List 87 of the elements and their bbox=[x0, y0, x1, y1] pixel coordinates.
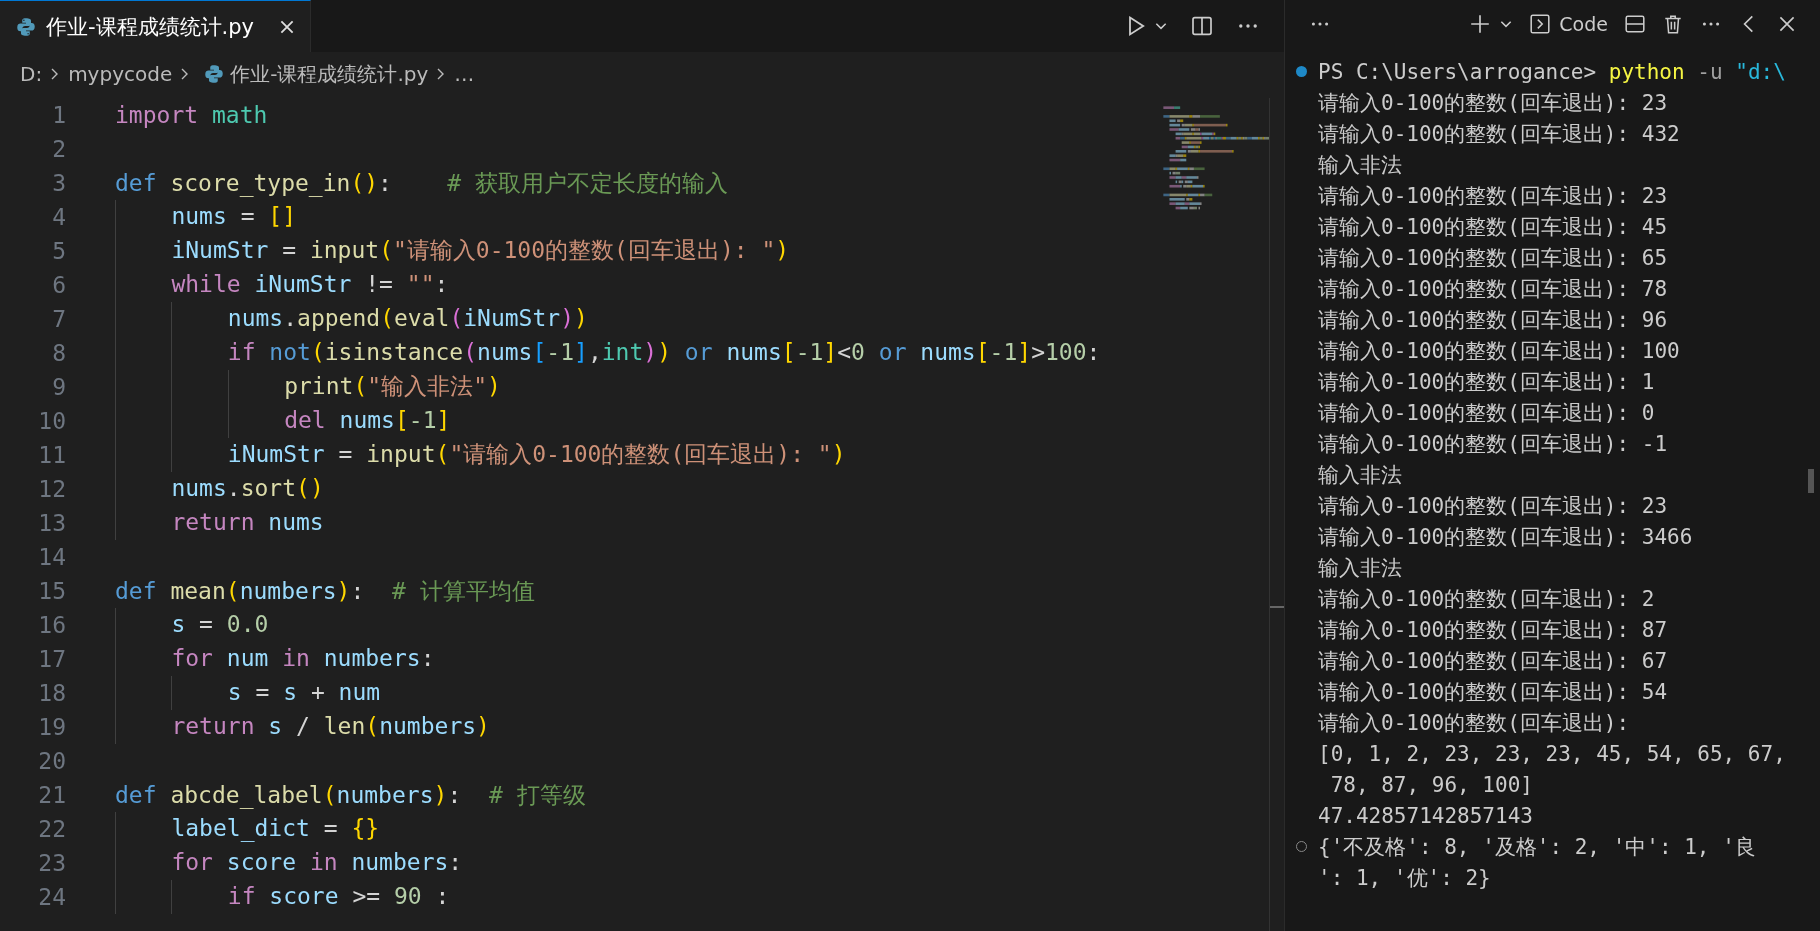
code-line: return s / len(numbers) bbox=[115, 710, 490, 744]
terminal-line: 请输入0-100的整数(回车退出): 3466 bbox=[1318, 523, 1693, 551]
line-number: 24 bbox=[37, 884, 66, 910]
line-number: 21 bbox=[37, 782, 66, 808]
terminal-line: 输入非法 bbox=[1318, 554, 1402, 582]
code-line: for num in numbers: bbox=[115, 642, 435, 676]
code-line: def abcde_label(numbers): # 打等级 bbox=[115, 780, 586, 811]
line-number: 3 bbox=[51, 170, 66, 196]
terminal-line: 47.42857142857143 bbox=[1318, 803, 1533, 828]
terminal-line: 输入非法 bbox=[1318, 461, 1402, 489]
line-number: 18 bbox=[37, 680, 66, 706]
code-line: def mean(numbers): # 计算平均值 bbox=[115, 576, 535, 606]
line-number: 9 bbox=[51, 374, 66, 400]
split-panel-icon[interactable] bbox=[1624, 13, 1646, 35]
terminal-line: 请输入0-100的整数(回车退出): 0 bbox=[1318, 399, 1655, 427]
terminal-line: 请输入0-100的整数(回车退出): 67 bbox=[1318, 647, 1668, 675]
code-line: del nums[-1] bbox=[115, 404, 451, 438]
terminal-line: PS C:\Users\arrogance> python -u "d:\ bbox=[1318, 59, 1786, 84]
terminal-line: 请输入0-100的整数(回车退出): 23 bbox=[1318, 89, 1668, 117]
line-number: 13 bbox=[37, 510, 66, 536]
line-number: 12 bbox=[37, 476, 66, 502]
terminal-line: 请输入0-100的整数(回车退出): 87 bbox=[1318, 616, 1668, 644]
terminal-icon bbox=[1529, 13, 1552, 35]
line-number: 17 bbox=[37, 646, 66, 672]
breadcrumb-item[interactable]: D: bbox=[20, 62, 43, 86]
code-line: nums.append(eval(iNumStr)) bbox=[115, 302, 588, 336]
breadcrumb-item[interactable]: 作业-课程成绩统计.py bbox=[230, 60, 429, 88]
terminal-line: 请输入0-100的整数(回车退出): 96 bbox=[1318, 306, 1668, 334]
terminal-profile-button[interactable]: Code bbox=[1529, 13, 1608, 35]
line-number: 19 bbox=[37, 714, 66, 740]
line-number: 1 bbox=[51, 102, 66, 128]
plus-icon[interactable] bbox=[1469, 13, 1492, 35]
breadcrumb-item[interactable]: mypycode bbox=[68, 62, 173, 86]
code-line: iNumStr = input("请输入0-100的整数(回车退出): ") bbox=[115, 234, 790, 268]
python-file-icon bbox=[204, 64, 225, 84]
terminal-line: [0, 1, 2, 23, 23, 23, 45, 54, 65, 67, bbox=[1318, 741, 1786, 766]
terminal-line: 输入非法 bbox=[1318, 151, 1402, 179]
line-number: 4 bbox=[51, 204, 66, 230]
terminal-line: 请输入0-100的整数(回车退出): 2 bbox=[1318, 585, 1655, 613]
code-line: s = s + num bbox=[115, 676, 381, 710]
terminal-line: 请输入0-100的整数(回车退出): 54 bbox=[1318, 678, 1668, 706]
code-line: if score >= 90 : bbox=[115, 880, 450, 914]
split-editor-icon[interactable] bbox=[1190, 14, 1214, 38]
code-line: import math bbox=[115, 102, 268, 128]
code-line: iNumStr = input("请输入0-100的整数(回车退出): ") bbox=[115, 438, 846, 472]
code-line: for score in numbers: bbox=[115, 846, 463, 880]
code-line: label_dict = {} bbox=[115, 812, 380, 846]
terminal-line: 请输入0-100的整数(回车退出): 23 bbox=[1318, 182, 1668, 210]
terminal-line: 78, 87, 96, 100] bbox=[1329, 772, 1533, 797]
terminal-line: 请输入0-100的整数(回车退出): 65 bbox=[1318, 244, 1668, 272]
code-line: if not(isinstance(nums[-1],int)) or nums[-1]<0 or nums[-1]>100: bbox=[115, 336, 1101, 370]
scrollbar-track[interactable] bbox=[1269, 98, 1284, 931]
code-line: nums.sort() bbox=[115, 472, 324, 506]
line-number: 2 bbox=[51, 136, 66, 162]
code-line: def score_type_in(): # 获取用户不定长度的输入 bbox=[115, 168, 729, 199]
terminal-line: 请输入0-100的整数(回车退出): -1 bbox=[1318, 430, 1668, 458]
terminal-line: 请输入0-100的整数(回车退出): 1 bbox=[1318, 368, 1655, 396]
line-number: 8 bbox=[51, 340, 66, 366]
terminal-line: 请输入0-100的整数(回车退出): 100 bbox=[1318, 337, 1680, 365]
code-line: print("输入非法") bbox=[115, 370, 501, 404]
breadcrumb-more[interactable]: … bbox=[454, 62, 475, 86]
terminal-line: 请输入0-100的整数(回车退出): 432 bbox=[1318, 120, 1680, 148]
terminal-line: 请输入0-100的整数(回车退出): 23 bbox=[1318, 492, 1668, 520]
line-number: 20 bbox=[37, 748, 66, 774]
code-line: s = 0.0 bbox=[115, 608, 269, 642]
line-number: 23 bbox=[37, 850, 66, 876]
line-number: 16 bbox=[37, 612, 66, 638]
line-number: 6 bbox=[51, 272, 66, 298]
code-line: return nums bbox=[115, 506, 324, 540]
code-line: while iNumStr != "": bbox=[115, 268, 449, 302]
line-number: 5 bbox=[51, 238, 66, 264]
line-number: 14 bbox=[37, 544, 66, 570]
scrollbar-thumb[interactable] bbox=[1808, 469, 1814, 493]
editor-tab[interactable]: 作业-课程成绩统计.py bbox=[0, 0, 311, 52]
terminal-line: 请输入0-100的整数(回车退出): bbox=[1318, 709, 1630, 737]
trash-icon[interactable] bbox=[1662, 13, 1684, 35]
line-number: 10 bbox=[37, 408, 66, 434]
line-number: 22 bbox=[37, 816, 66, 842]
terminal-line: 请输入0-100的整数(回车退出): 45 bbox=[1318, 213, 1668, 241]
code-line: nums = [] bbox=[115, 200, 297, 234]
terminal-line: {'不及格': 8, '及格': 2, '中': 1, '良 bbox=[1318, 833, 1756, 861]
terminal-line: ': 1, '优': 2} bbox=[1318, 864, 1491, 892]
python-file-icon bbox=[16, 16, 36, 37]
terminal-line: 请输入0-100的整数(回车退出): 78 bbox=[1318, 275, 1668, 303]
line-number: 15 bbox=[37, 578, 66, 604]
line-number: 11 bbox=[37, 442, 66, 468]
line-number: 7 bbox=[51, 306, 66, 332]
